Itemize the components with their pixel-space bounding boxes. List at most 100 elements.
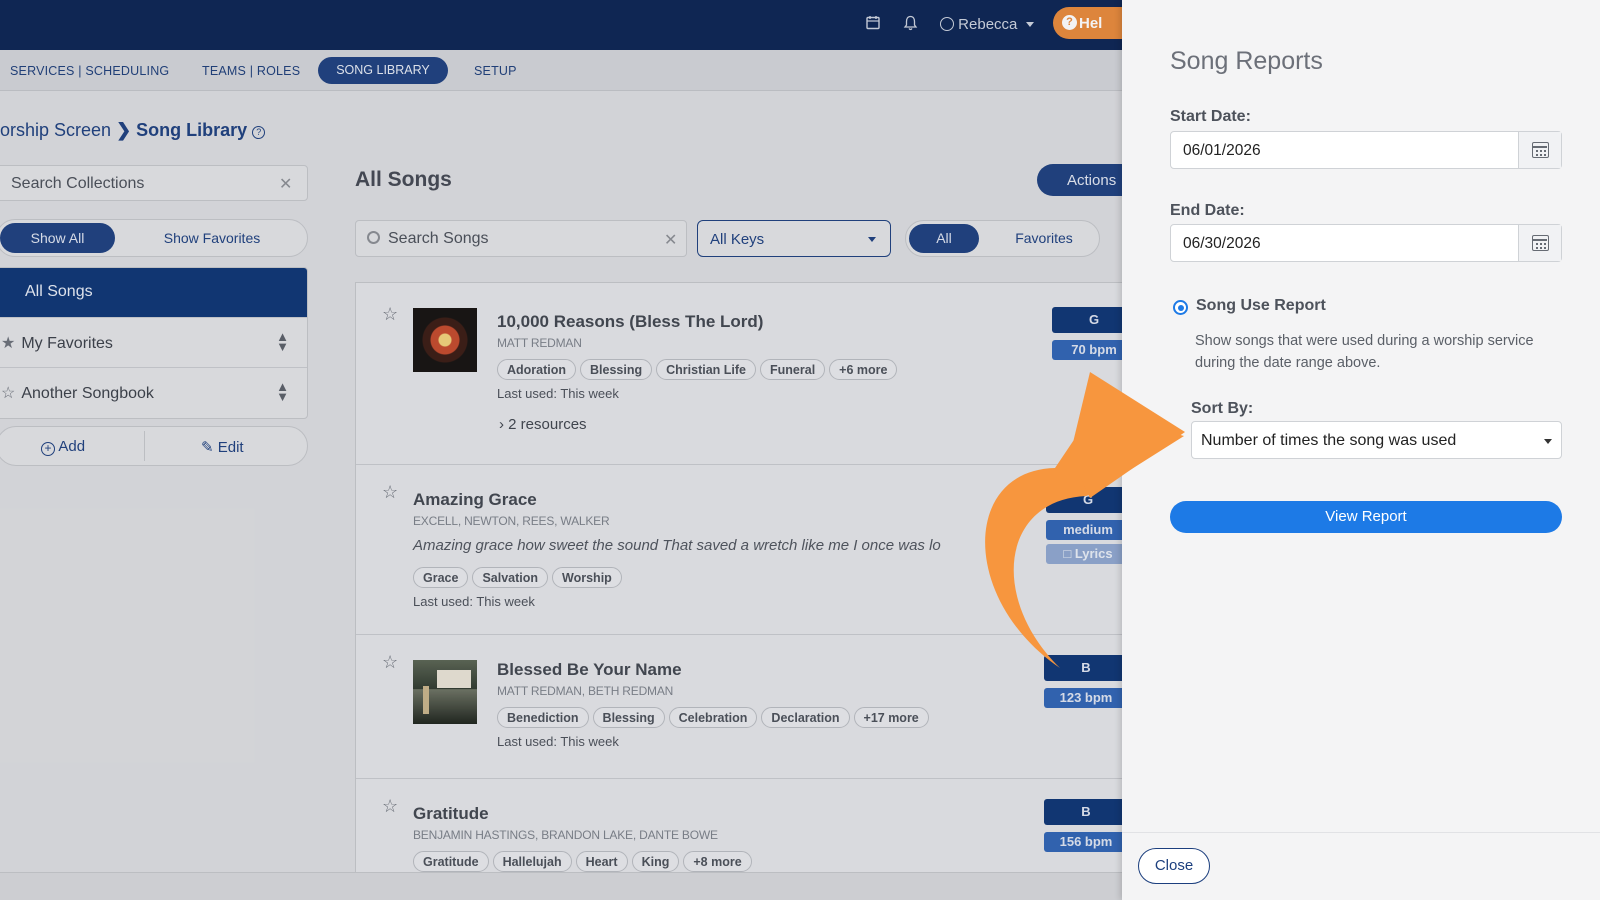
collection-item-all-songs[interactable]: All Songs: [0, 268, 307, 318]
tag-more[interactable]: +17 more: [853, 707, 929, 728]
tag[interactable]: Declaration: [761, 707, 850, 728]
album-art-banner: [437, 670, 471, 688]
close-button[interactable]: Close: [1138, 848, 1210, 884]
tag[interactable]: Grace: [413, 567, 469, 588]
start-date-field[interactable]: 06/01/2026: [1170, 131, 1562, 169]
star-outline-icon[interactable]: ☆: [382, 796, 398, 817]
show-all-button[interactable]: Show All: [0, 223, 115, 253]
breadcrumb-parent[interactable]: orship Screen: [0, 120, 111, 140]
lyrics-badge: □ Lyrics: [1046, 544, 1130, 564]
last-used: Last used: This week: [497, 386, 619, 401]
last-used: Last used: This week: [413, 594, 535, 609]
song-row[interactable]: ☆ Gratitude BENJAMIN HASTINGS, BRANDON L…: [356, 779, 1144, 872]
tag[interactable]: Celebration: [668, 707, 758, 728]
star-outline-icon[interactable]: ☆: [382, 304, 398, 325]
song-row[interactable]: ☆ Blessed Be Your Name MATT REDMAN, BETH…: [356, 635, 1144, 779]
song-row[interactable]: ☆ 10,000 Reasons (Bless The Lord) MATT R…: [356, 283, 1144, 465]
tag[interactable]: Worship: [552, 567, 622, 588]
sort-handle-icon[interactable]: ▲ ▼: [276, 330, 289, 353]
song-authors: MATT REDMAN, BETH REDMAN: [497, 684, 674, 698]
collection-item-my-favorites[interactable]: ★ My Favorites ▲ ▼: [0, 318, 307, 368]
song-title[interactable]: Gratitude: [413, 804, 489, 824]
add-collection-button[interactable]: + Add: [41, 438, 85, 456]
song-tags: Adoration Blessing Christian Life Funeral +6…: [497, 359, 901, 380]
sort-by-value: Number of times the song was used: [1201, 432, 1457, 449]
edit-collection-button[interactable]: ✎ Edit: [201, 438, 244, 456]
tempo-badge: 156 bpm: [1044, 832, 1128, 852]
clear-icon[interactable]: ✕: [279, 174, 292, 194]
clear-icon[interactable]: ✕: [664, 230, 677, 250]
tag[interactable]: Funeral: [760, 359, 826, 380]
report-type-label[interactable]: Song Use Report: [1196, 297, 1326, 315]
tempo-badge: 123 bpm: [1044, 688, 1128, 708]
tab-services-scheduling[interactable]: SERVICES | SCHEDULING: [10, 64, 169, 78]
search-songs-placeholder: Search Songs: [388, 230, 489, 247]
calendar-icon: [1532, 235, 1549, 251]
tab-setup[interactable]: SETUP: [474, 64, 517, 78]
chevron-right-icon: ›: [499, 416, 509, 433]
collection-label: Another Songbook: [21, 385, 154, 402]
tab-teams-roles[interactable]: TEAMS | ROLES: [202, 64, 300, 78]
help-circle-icon[interactable]: ?: [252, 126, 266, 139]
search-songs-input[interactable]: Search Songs ✕: [355, 220, 687, 257]
tag[interactable]: Christian Life: [656, 359, 757, 380]
breadcrumb: orship Screen ❯ Song Library ?: [0, 120, 266, 141]
album-art: [413, 308, 477, 372]
end-date-value: 06/30/2026: [1183, 235, 1261, 252]
end-date-field[interactable]: 06/30/2026: [1170, 224, 1562, 262]
song-authors: MATT REDMAN: [497, 336, 582, 350]
key-badge: B: [1044, 655, 1128, 681]
song-title[interactable]: 10,000 Reasons (Bless The Lord): [497, 312, 763, 332]
sort-by-select[interactable]: Number of times the song was used: [1191, 421, 1562, 459]
keys-select[interactable]: All Keys: [697, 220, 891, 257]
search-icon: [367, 231, 380, 244]
resources-toggle[interactable]: › 2 resources: [499, 416, 587, 433]
song-filter-toggle: All Favorites: [905, 220, 1100, 257]
tag[interactable]: Blessing: [580, 359, 653, 380]
calendar-icon: [1532, 142, 1549, 158]
start-date-label: Start Date:: [1170, 108, 1251, 125]
song-reports-panel: Song Reports Start Date: 06/01/2026 End …: [1122, 0, 1600, 900]
filter-favorites-button[interactable]: Favorites: [994, 224, 1094, 253]
show-favorites-button[interactable]: Show Favorites: [132, 223, 292, 253]
star-filled-icon: ★: [1, 335, 16, 352]
song-use-report-radio[interactable]: [1173, 300, 1188, 315]
keys-selected: All Keys: [710, 231, 765, 248]
tag[interactable]: Adoration: [497, 359, 577, 380]
collection-actions: + Add ✎ Edit: [0, 426, 308, 466]
song-tags: Grace Salvation Worship: [413, 567, 626, 588]
tag[interactable]: Heart: [575, 851, 628, 872]
song-list: ☆ 10,000 Reasons (Bless The Lord) MATT R…: [355, 282, 1145, 872]
tag[interactable]: Gratitude: [413, 851, 489, 872]
calendar-icon[interactable]: [866, 15, 880, 34]
tag[interactable]: Salvation: [472, 567, 549, 588]
start-date-picker-button[interactable]: [1518, 132, 1561, 168]
collection-filter-toggle: Show All Show Favorites: [0, 219, 308, 257]
collection-item-another-songbook[interactable]: ☆ Another Songbook ▲ ▼: [0, 368, 307, 418]
tag-more[interactable]: +6 more: [829, 359, 898, 380]
star-outline-icon[interactable]: ☆: [382, 482, 398, 503]
chevron-right-icon: ❯: [116, 120, 137, 140]
bell-icon[interactable]: [903, 15, 918, 35]
star-outline-icon[interactable]: ☆: [382, 652, 398, 673]
tag[interactable]: Benediction: [497, 707, 589, 728]
tag[interactable]: King: [631, 851, 680, 872]
help-label: Hel: [1079, 15, 1103, 32]
song-row[interactable]: ☆ Amazing Grace EXCELL, NEWTON, REES, WA…: [356, 465, 1144, 635]
edit-icon: ✎: [201, 439, 214, 456]
tag[interactable]: Blessing: [592, 707, 665, 728]
sort-handle-icon[interactable]: ▲ ▼: [276, 380, 289, 403]
view-report-button[interactable]: View Report: [1170, 501, 1562, 533]
tab-song-library[interactable]: SONG LIBRARY: [318, 57, 448, 84]
filter-all-button[interactable]: All: [909, 224, 979, 253]
user-menu[interactable]: Rebecca: [940, 16, 1034, 33]
collection-list: All Songs ★ My Favorites ▲ ▼ ☆ Another Song…: [0, 267, 308, 419]
song-tags: Benediction Blessing Celebration Declaratio…: [497, 707, 933, 728]
search-collections-input[interactable]: Search Collections ✕: [0, 165, 308, 201]
user-avatar-icon: [940, 17, 954, 31]
tag[interactable]: Hallelujah: [492, 851, 572, 872]
song-title[interactable]: Amazing Grace: [413, 490, 537, 510]
tag-more[interactable]: +8 more: [683, 851, 752, 872]
song-title[interactable]: Blessed Be Your Name: [497, 660, 682, 680]
end-date-picker-button[interactable]: [1518, 225, 1561, 261]
